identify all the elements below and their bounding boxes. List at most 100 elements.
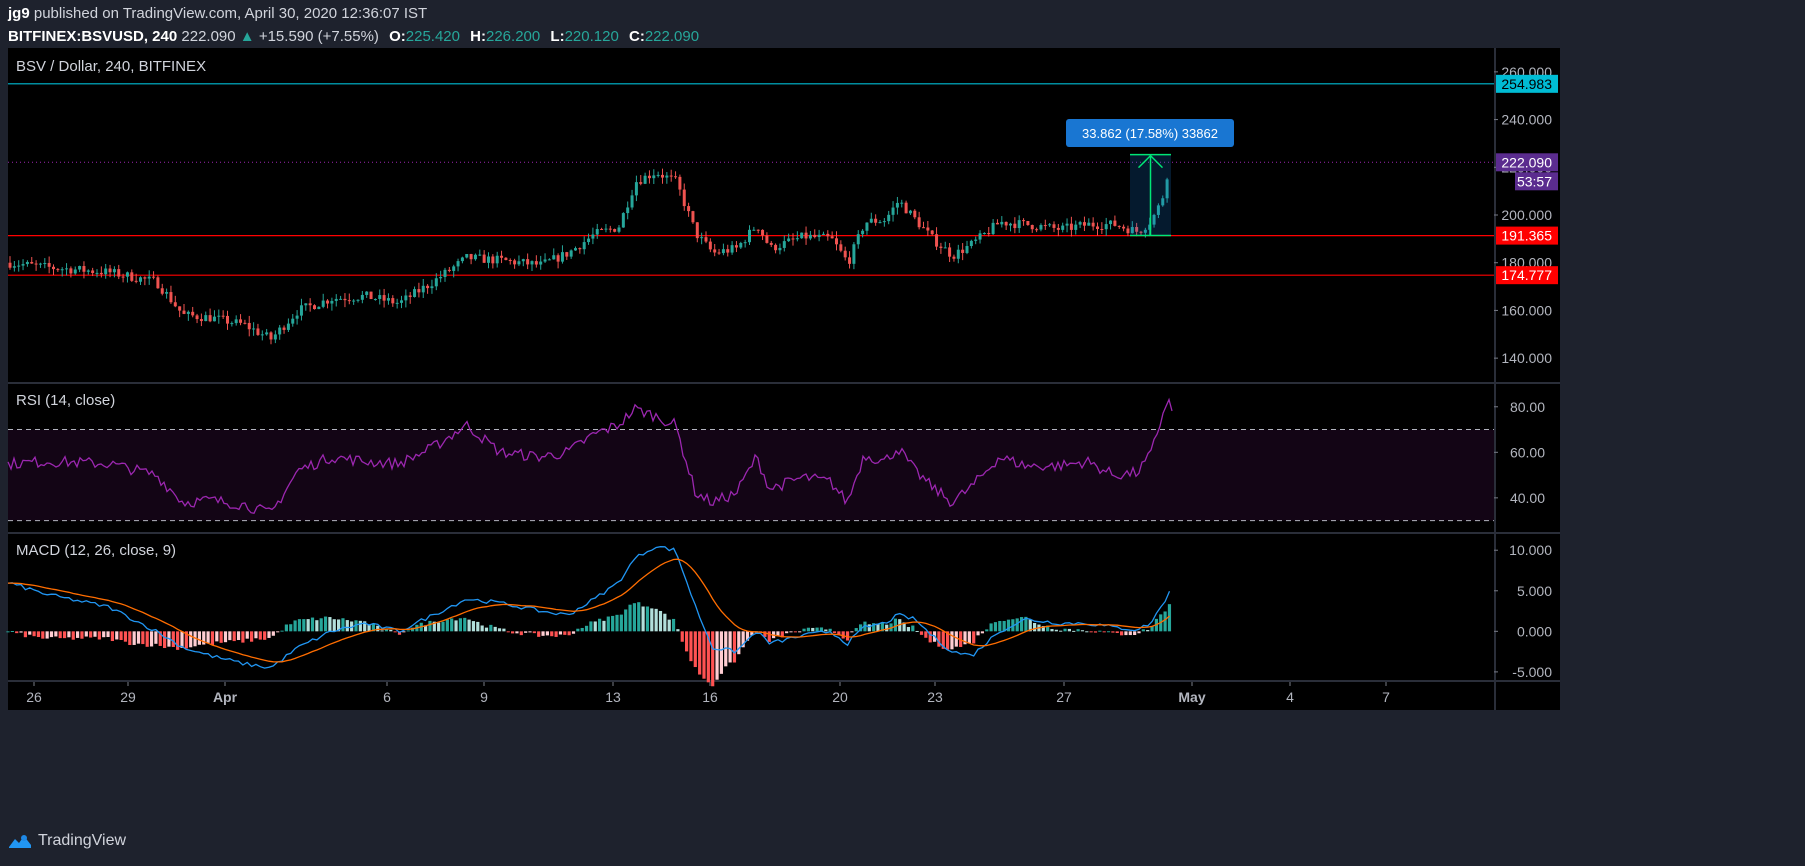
candle-body — [569, 250, 573, 257]
candle-body — [1065, 223, 1069, 226]
macd-histogram-bar — [693, 631, 697, 668]
macd-histogram-bar — [1050, 629, 1054, 632]
macd-histogram-bar — [228, 631, 232, 641]
candle-body — [417, 289, 421, 293]
macd-histogram-bar — [67, 631, 71, 638]
macd-histogram-bar — [93, 631, 97, 637]
macd-histogram-bar — [241, 631, 245, 643]
candle-body — [199, 319, 203, 322]
macd-histogram-bar — [528, 631, 532, 633]
candle-body — [217, 315, 221, 317]
candle-body — [12, 266, 16, 268]
level-label-resistance: 254.983 — [1501, 76, 1552, 92]
macd-histogram-bar — [323, 616, 328, 632]
candle-body — [835, 238, 838, 245]
time-tick-label: 27 — [1056, 689, 1072, 705]
macd-histogram-bar — [263, 631, 267, 640]
macd-histogram-bar — [23, 631, 27, 638]
footer: TradingView — [8, 832, 126, 850]
candle-body — [160, 288, 164, 294]
candle-body — [900, 202, 904, 204]
macd-histogram-bar — [728, 631, 732, 663]
tradingview-logo-icon[interactable] — [8, 833, 32, 849]
macd-histogram-bar — [998, 620, 1002, 632]
time-tick-label: 20 — [832, 689, 848, 705]
macd-histogram-bar — [815, 627, 819, 632]
candle-body — [491, 256, 495, 264]
countdown-label: 53:57 — [1517, 173, 1552, 189]
macd-histogram-bar — [1115, 631, 1119, 634]
candle-body — [173, 302, 177, 307]
macd-histogram-bar — [393, 631, 397, 633]
macd-histogram-bar — [511, 631, 515, 634]
macd-histogram-bar — [136, 631, 141, 644]
candle-body — [543, 259, 547, 262]
macd-histogram-bar — [1111, 631, 1115, 633]
candle-body — [295, 315, 299, 319]
candle-body — [634, 182, 638, 196]
macd-histogram-bar — [476, 621, 480, 632]
candle-body — [452, 266, 456, 271]
candle-body — [147, 276, 151, 279]
macd-histogram-bar — [232, 631, 236, 642]
macd-histogram-bar — [785, 631, 789, 634]
candle-body — [608, 228, 612, 230]
macd-histogram-bar — [611, 615, 615, 632]
candle-body — [373, 299, 377, 301]
macd-histogram-bar — [458, 618, 462, 632]
macd-histogram-bar — [332, 619, 336, 632]
candle-body — [1074, 224, 1078, 230]
macd-histogram-bar — [571, 631, 576, 634]
macd-histogram-bar — [245, 631, 249, 639]
candle-body — [117, 269, 121, 277]
macd-histogram-bar — [271, 631, 275, 636]
tradingview-brand[interactable]: TradingView — [38, 832, 126, 850]
candle-body — [178, 306, 182, 311]
macd-histogram-bar — [976, 631, 980, 636]
macd-histogram-bar — [1059, 630, 1063, 632]
macd-ytick-label: -5.000 — [1512, 664, 1552, 680]
candle-body — [382, 295, 386, 301]
candle-body — [52, 266, 55, 270]
macd-histogram-bar — [45, 631, 49, 639]
candle-body — [21, 264, 25, 266]
macd-histogram-bar — [441, 621, 445, 632]
candle-body — [787, 238, 791, 242]
candle-body — [917, 217, 921, 228]
candle-body — [704, 237, 708, 242]
macd-histogram-bar — [702, 631, 706, 679]
candle-body — [691, 211, 695, 223]
macd-histogram-bar — [732, 631, 737, 663]
candle-body — [974, 239, 978, 241]
macd-histogram-bar — [854, 628, 858, 632]
candle-body — [43, 263, 47, 265]
candle-body — [212, 316, 216, 322]
candle-body — [343, 298, 347, 301]
candle-body — [848, 257, 852, 264]
macd-histogram-bar — [171, 631, 175, 648]
candle-body — [647, 175, 651, 179]
macd-histogram-bar — [62, 631, 67, 639]
candle-body — [865, 222, 869, 231]
candle-body — [1087, 222, 1091, 226]
macd-histogram-bar — [972, 631, 976, 644]
axis-background — [1496, 48, 1560, 710]
candle-body — [908, 210, 912, 214]
candle-body — [1043, 225, 1047, 227]
macd-histogram-bar — [71, 631, 75, 640]
macd-histogram-bar — [628, 604, 632, 632]
macd-histogram-bar — [145, 631, 149, 647]
candle-body — [130, 272, 134, 281]
candle-body — [34, 263, 38, 265]
chart-area[interactable]: BSV / Dollar, 240, BITFINEX140.000160.00… — [0, 0, 1805, 866]
macd-histogram-bar — [985, 629, 989, 632]
candle-body — [630, 195, 634, 208]
candle-body — [926, 227, 930, 231]
macd-histogram-bar — [558, 631, 563, 635]
macd-histogram-bar — [637, 602, 641, 632]
macd-histogram-bar — [15, 631, 19, 634]
candle-body — [143, 277, 147, 279]
macd-histogram-bar — [532, 631, 536, 634]
candle-body — [721, 249, 725, 254]
macd-histogram-bar — [715, 631, 719, 680]
